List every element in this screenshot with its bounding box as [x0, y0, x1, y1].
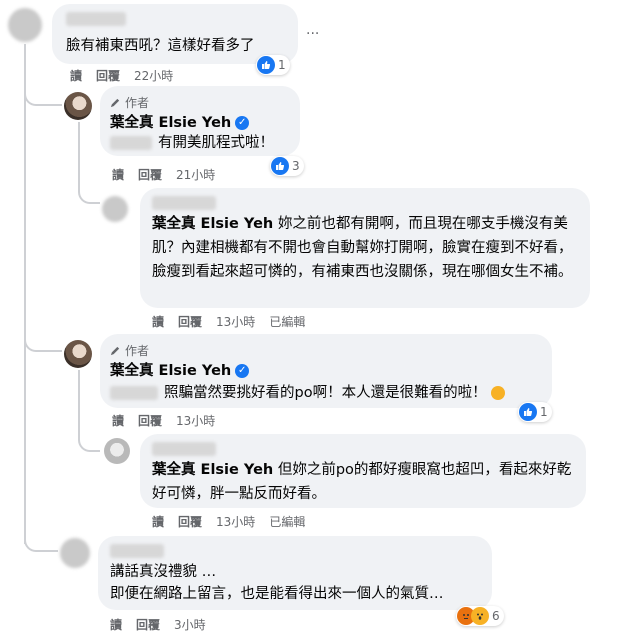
comment-text-line-2: 即便在網路上留言，也是能看得出來一個人的氣質…	[110, 586, 444, 602]
author-tag-label: 作者	[125, 344, 150, 358]
timestamp[interactable]: 21小時	[176, 166, 215, 183]
edited-label: 已編輯	[269, 315, 306, 329]
reaction-count[interactable]: 6	[456, 606, 504, 626]
mention-author[interactable]: 葉全真 Elsie Yeh	[152, 216, 273, 232]
author-name-text: 葉全真 Elsie Yeh	[110, 115, 232, 131]
like-button[interactable]: 讀	[152, 513, 164, 530]
comment-bubble: 作者 葉全真 Elsie Yeh ✓ 有開美肌程式啦！	[100, 86, 300, 156]
comment-text: 臉有補東西吼？這樣好看多了	[66, 38, 255, 54]
comment-bubble: 葉全真 Elsie Yeh 但妳之前po的都好瘦眼窩也超凹，看起來好乾好可憐，胖…	[140, 434, 586, 508]
avatar[interactable]	[8, 8, 42, 42]
pencil-icon	[110, 98, 120, 108]
reaction-count[interactable]: 1	[518, 402, 552, 422]
like-button[interactable]: 讀	[112, 412, 124, 429]
comment-bubble: 講話真沒禮貌 … 即便在網路上留言，也是能看得出來一個人的氣質…	[98, 536, 492, 610]
like-icon	[271, 157, 289, 175]
like-icon	[257, 56, 275, 74]
like-button[interactable]: 讀	[112, 166, 124, 183]
comment-text-line-1: 講話真沒禮貌 …	[110, 564, 217, 580]
timestamp[interactable]: 13小時	[216, 313, 255, 330]
verified-icon: ✓	[235, 116, 250, 130]
reply-button[interactable]: 回覆	[138, 412, 162, 429]
author-tag-label: 作者	[125, 96, 150, 110]
comment-text: 葉全真 Elsie Yeh 妳之前也都有開啊，而且現在哪支手機沒有美肌？內建相機…	[152, 212, 582, 284]
reaction-count-text: 6	[492, 609, 500, 623]
reply-button[interactable]: 回覆	[138, 166, 162, 183]
commenter-name[interactable]	[66, 12, 126, 26]
thread-connector	[78, 122, 100, 204]
pencil-icon	[110, 346, 120, 356]
reply-button[interactable]: 回覆	[178, 313, 202, 330]
comment-bubble: 作者 葉全真 Elsie Yeh ✓ 照騙當然要挑好看的po啊！本人還是很難看的啦…	[100, 334, 552, 408]
mention-author[interactable]: 葉全真 Elsie Yeh	[152, 462, 273, 478]
reply-button[interactable]: 回覆	[96, 67, 120, 84]
like-button[interactable]: 讀	[152, 313, 164, 330]
mentioned-user[interactable]	[110, 136, 152, 150]
thread-connector	[78, 370, 100, 452]
like-button[interactable]: 讀	[110, 616, 122, 633]
wow-icon	[471, 607, 489, 625]
author-name-text: 葉全真 Elsie Yeh	[110, 363, 232, 379]
comment-actions: 讀 回覆 13小時 已編輯	[152, 313, 305, 330]
thread-line	[24, 44, 26, 544]
comment-actions: 讀 回覆 22小時	[70, 67, 173, 84]
reply-button[interactable]: 回覆	[136, 616, 160, 633]
commenter-name[interactable]	[152, 442, 216, 456]
comment-text: 葉全真 Elsie Yeh 但妳之前po的都好瘦眼窩也超凹，看起來好乾好可憐，胖…	[152, 458, 572, 506]
reply-button[interactable]: 回覆	[178, 513, 202, 530]
comment-actions: 讀 回覆 13小時 已編輯	[152, 513, 305, 530]
like-icon	[519, 403, 537, 421]
comment-text: 有開美肌程式啦！	[158, 135, 274, 151]
mentioned-user[interactable]	[110, 386, 158, 400]
author-name[interactable]: 葉全真 Elsie Yeh ✓	[110, 359, 250, 383]
author-avatar[interactable]	[64, 92, 92, 120]
reaction-count[interactable]: 3	[270, 156, 304, 176]
reaction-count-text: 1	[540, 405, 548, 419]
like-button[interactable]: 讀	[70, 67, 82, 84]
reaction-count-text: 3	[292, 159, 300, 173]
comment-actions: 讀 回覆 21小時	[112, 166, 215, 183]
comment-bubble: 葉全真 Elsie Yeh 妳之前也都有開啊，而且現在哪支手機沒有美肌？內建相機…	[140, 188, 590, 308]
edited-label: 已編輯	[269, 515, 306, 529]
thread-connector	[24, 530, 58, 552]
reaction-count[interactable]: 1	[256, 55, 290, 75]
verified-icon: ✓	[235, 364, 250, 378]
comment-body: 照騙當然要挑好看的po啊！本人還是很難看的啦！	[164, 385, 487, 401]
laughing-emoji	[491, 386, 506, 400]
commenter-name[interactable]	[110, 544, 164, 558]
author-badge: 作者	[110, 94, 149, 111]
timestamp[interactable]: 13小時	[176, 412, 215, 429]
more-options-button[interactable]: ···	[306, 26, 319, 42]
author-avatar[interactable]	[64, 340, 92, 368]
comment-actions: 讀 回覆 3小時	[110, 616, 206, 633]
comment-actions: 讀 回覆 13小時	[112, 412, 215, 429]
thread-connector	[24, 86, 62, 106]
avatar[interactable]	[60, 538, 90, 568]
avatar[interactable]	[104, 438, 130, 464]
comment-text: 照騙當然要挑好看的po啊！本人還是很難看的啦！	[164, 381, 506, 405]
commenter-name[interactable]	[152, 196, 216, 210]
timestamp[interactable]: 3小時	[174, 616, 206, 633]
avatar[interactable]	[102, 196, 128, 222]
thread-connector	[24, 330, 62, 352]
timestamp[interactable]: 13小時	[216, 513, 255, 530]
timestamp[interactable]: 22小時	[134, 67, 173, 84]
author-badge: 作者	[110, 342, 149, 359]
reaction-count-text: 1	[278, 58, 286, 72]
